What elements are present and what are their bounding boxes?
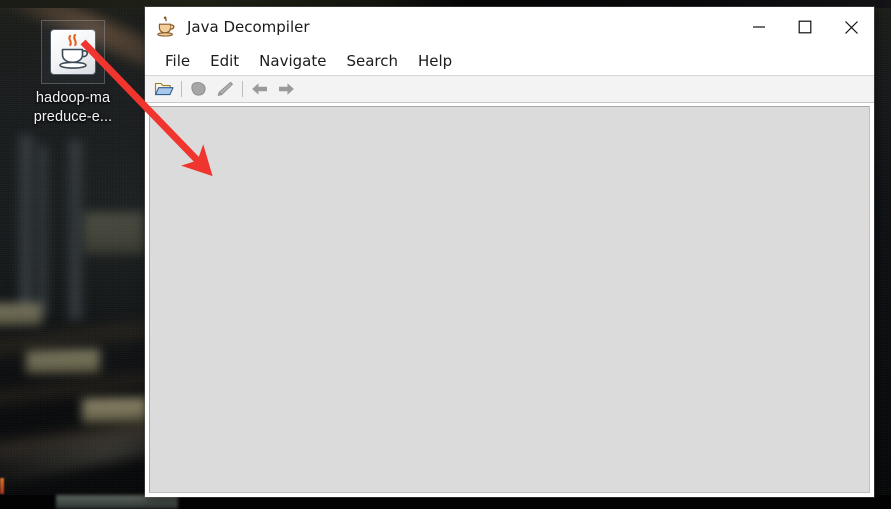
window-title-bar[interactable]: Java Decompiler <box>145 7 874 47</box>
menu-bar: File Edit Navigate Search Help <box>145 47 874 76</box>
back-arrow-icon[interactable] <box>247 78 273 100</box>
java-decompiler-window[interactable]: Java Decompiler File Edit Navigate Searc… <box>145 7 874 497</box>
forward-arrow-icon[interactable] <box>273 78 299 100</box>
desktop-icon-hadoop-mapreduce[interactable]: hadoop-ma preduce-e... <box>10 20 136 127</box>
clear-icon[interactable] <box>212 78 238 100</box>
wallpaper-bottom-left-block <box>56 495 178 509</box>
toolbar-separator-1 <box>181 81 182 97</box>
desktop-icon-label: hadoop-ma preduce-e... <box>10 89 136 127</box>
java-jar-icon <box>51 30 95 74</box>
window-controls <box>736 7 874 47</box>
minimize-icon[interactable] <box>736 7 782 47</box>
desktop-icon-label-line-1: hadoop-ma <box>35 90 111 106</box>
window-title: Java Decompiler <box>187 18 310 36</box>
menu-item-file[interactable]: File <box>155 50 200 72</box>
close-all-icon[interactable] <box>186 78 212 100</box>
close-icon[interactable] <box>828 7 874 47</box>
open-folder-icon[interactable] <box>151 78 177 100</box>
menu-item-navigate[interactable]: Navigate <box>249 50 336 72</box>
decompiler-content-area[interactable] <box>149 106 870 493</box>
maximize-icon[interactable] <box>782 7 828 47</box>
menu-item-edit[interactable]: Edit <box>200 50 249 72</box>
wallpaper-orange-speck <box>0 478 4 494</box>
menu-item-help[interactable]: Help <box>408 50 462 72</box>
desktop-icon-selection-box <box>41 20 105 84</box>
desktop-icon-label-line-2: preduce-e... <box>33 109 113 125</box>
coffee-cup-icon <box>156 16 178 38</box>
menu-item-search[interactable]: Search <box>336 50 408 72</box>
tool-bar <box>145 76 874 103</box>
desktop: hadoop-ma preduce-e... Java Decompiler F… <box>0 0 891 509</box>
toolbar-separator-2 <box>242 81 243 97</box>
